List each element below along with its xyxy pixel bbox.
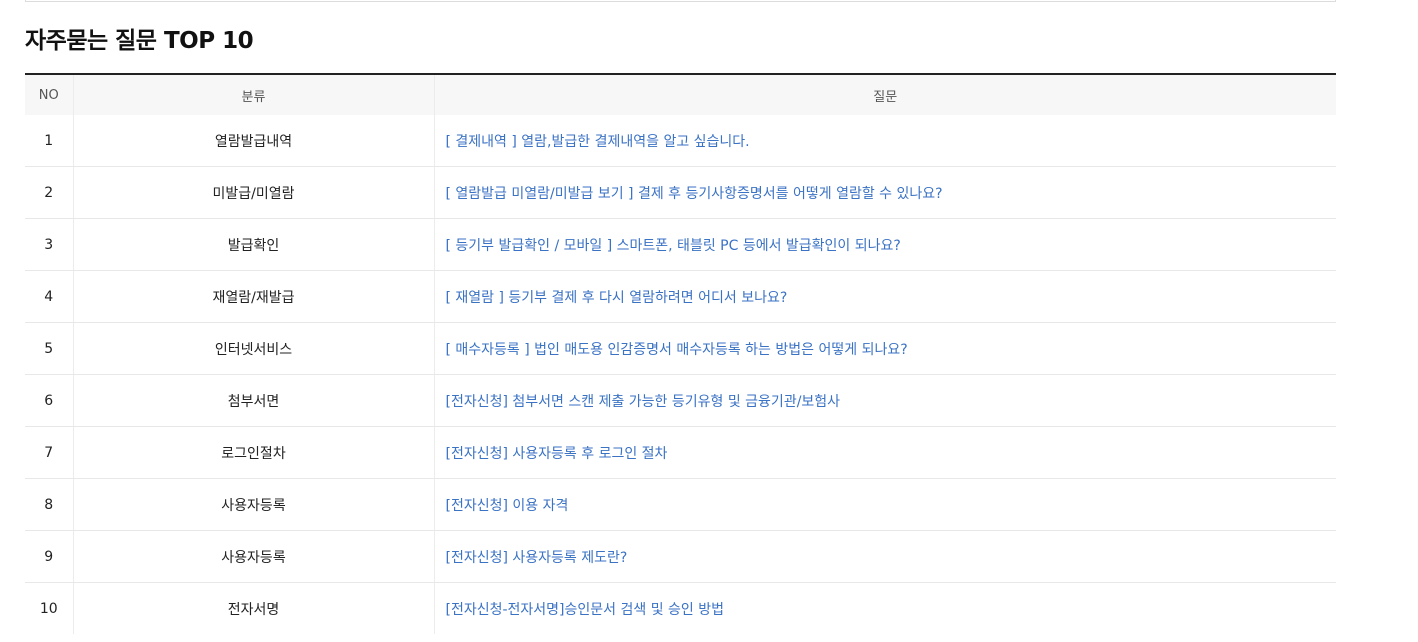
row-number: 6 <box>25 374 74 427</box>
top-panel-edge <box>25 0 1336 2</box>
question-link[interactable]: [전자신청] 사용자등록 후 로그인 절차 <box>446 446 668 462</box>
row-number: 4 <box>25 270 74 323</box>
row-number: 10 <box>25 582 74 634</box>
question-link[interactable]: [ 재열람 ] 등기부 결제 후 다시 열람하려면 어디서 보나요? <box>446 290 788 306</box>
table-row: 1 열람발급내역 [ 결제내역 ] 열람,발급한 결제내역을 알고 싶습니다. <box>25 115 1336 167</box>
table-row: 7 로그인절차 [전자신청] 사용자등록 후 로그인 절차 <box>25 426 1336 479</box>
faq-table-header: NO 분류 질문 <box>25 74 1336 115</box>
row-category: 로그인절차 <box>73 426 435 479</box>
question-link[interactable]: [ 등기부 발급확인 / 모바일 ] 스마트폰, 태블릿 PC 등에서 발급확인… <box>446 238 901 254</box>
header-category: 분류 <box>73 74 435 115</box>
row-question-cell: [ 등기부 발급확인 / 모바일 ] 스마트폰, 태블릿 PC 등에서 발급확인… <box>434 218 1336 271</box>
question-link[interactable]: [전자신청] 이용 자격 <box>446 498 569 514</box>
table-row: 9 사용자등록 [전자신청] 사용자등록 제도란? <box>25 530 1336 583</box>
row-category: 사용자등록 <box>73 530 435 583</box>
row-question-cell: [전자신청] 사용자등록 제도란? <box>434 530 1336 583</box>
row-category: 전자서명 <box>73 582 435 634</box>
row-question-cell: [ 열람발급 미열람/미발급 보기 ] 결제 후 등기사항증명서를 어떻게 열람… <box>434 166 1336 219</box>
row-question-cell: [ 결제내역 ] 열람,발급한 결제내역을 알고 싶습니다. <box>434 115 1336 167</box>
row-question-cell: [전자신청] 첨부서면 스캔 제출 가능한 등기유형 및 금융기관/보험사 <box>434 374 1336 427</box>
row-category: 인터넷서비스 <box>73 322 435 375</box>
row-category: 사용자등록 <box>73 478 435 531</box>
row-category: 첨부서면 <box>73 374 435 427</box>
row-question-cell: [전자신청-전자서명]승인문서 검색 및 승인 방법 <box>434 583 1336 635</box>
question-link[interactable]: [전자신청-전자서명]승인문서 검색 및 승인 방법 <box>446 602 725 618</box>
table-row: 3 발급확인 [ 등기부 발급확인 / 모바일 ] 스마트폰, 태블릿 PC 등… <box>25 218 1336 271</box>
question-link[interactable]: [ 결제내역 ] 열람,발급한 결제내역을 알고 싶습니다. <box>446 134 750 150</box>
header-no: NO <box>25 74 74 115</box>
row-category: 발급확인 <box>73 218 435 271</box>
table-row: 4 재열람/재발급 [ 재열람 ] 등기부 결제 후 다시 열람하려면 어디서 … <box>25 270 1336 323</box>
row-number: 5 <box>25 322 74 375</box>
row-number: 2 <box>25 166 74 219</box>
row-question-cell: [전자신청] 이용 자격 <box>434 478 1336 531</box>
table-row: 10 전자서명 [전자신청-전자서명]승인문서 검색 및 승인 방법 <box>25 582 1336 635</box>
row-category: 미발급/미열람 <box>73 166 435 219</box>
table-row: 2 미발급/미열람 [ 열람발급 미열람/미발급 보기 ] 결제 후 등기사항증… <box>25 166 1336 219</box>
question-link[interactable]: [ 열람발급 미열람/미발급 보기 ] 결제 후 등기사항증명서를 어떻게 열람… <box>446 186 943 202</box>
table-row: 6 첨부서면 [전자신청] 첨부서면 스캔 제출 가능한 등기유형 및 금융기관… <box>25 374 1336 427</box>
row-number: 9 <box>25 530 74 583</box>
question-link[interactable]: [ 매수자등록 ] 법인 매도용 인감증명서 매수자등록 하는 방법은 어떻게 … <box>446 342 908 358</box>
table-row: 5 인터넷서비스 [ 매수자등록 ] 법인 매도용 인감증명서 매수자등록 하는… <box>25 322 1336 375</box>
question-link[interactable]: [전자신청] 사용자등록 제도란? <box>446 550 628 566</box>
faq-table: NO 분류 질문 1 열람발급내역 [ 결제내역 ] 열람,발급한 결제내역을 … <box>25 73 1336 634</box>
faq-table-body: 1 열람발급내역 [ 결제내역 ] 열람,발급한 결제내역을 알고 싶습니다. … <box>25 115 1336 634</box>
row-question-cell: [ 재열람 ] 등기부 결제 후 다시 열람하려면 어디서 보나요? <box>434 270 1336 323</box>
question-link[interactable]: [전자신청] 첨부서면 스캔 제출 가능한 등기유형 및 금융기관/보험사 <box>446 394 841 410</box>
page-title: 자주묻는 질문 TOP 10 <box>25 28 254 54</box>
row-number: 3 <box>25 218 74 271</box>
row-question-cell: [ 매수자등록 ] 법인 매도용 인감증명서 매수자등록 하는 방법은 어떻게 … <box>434 322 1336 375</box>
header-question: 질문 <box>434 74 1336 115</box>
row-category: 재열람/재발급 <box>73 270 435 323</box>
header-row: NO 분류 질문 <box>25 74 1336 115</box>
row-number: 8 <box>25 478 74 531</box>
row-category: 열람발급내역 <box>73 115 435 167</box>
row-question-cell: [전자신청] 사용자등록 후 로그인 절차 <box>434 426 1336 479</box>
table-row: 8 사용자등록 [전자신청] 이용 자격 <box>25 478 1336 531</box>
row-number: 7 <box>25 426 74 479</box>
row-number: 1 <box>25 115 74 167</box>
